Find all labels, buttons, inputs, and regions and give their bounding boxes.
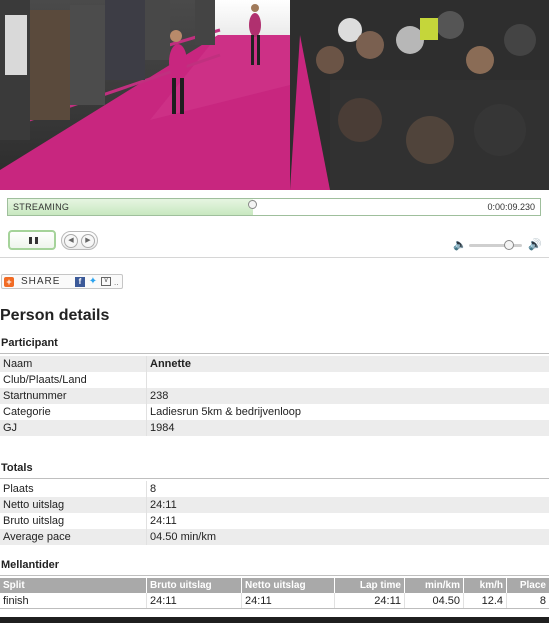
field-label: Plaats [0, 481, 147, 497]
skip-forward-icon: ▶ [85, 237, 91, 244]
field-value: Ladiesrun 5km & bedrijvenloop [150, 406, 302, 418]
field-value: 1984 [150, 422, 175, 434]
table-cell: 12.4 [463, 593, 506, 608]
volume-slider-handle[interactable] [503, 240, 514, 250]
field-label: Bruto uitslag [0, 513, 147, 529]
volume-high-icon[interactable]: 🔊 [528, 239, 542, 251]
share-label: SHARE [21, 276, 61, 287]
skip-back-icon: ◀ [68, 237, 74, 244]
field-value: 24:11 [150, 499, 177, 511]
share-widget[interactable]: + SHARE f ✦ ∨ .. [1, 274, 123, 289]
skip-forward-button[interactable]: ▶ [81, 234, 95, 248]
table-row: finish 24:11 24:11 24:11 04.50 12.4 8 [0, 593, 549, 609]
column-header: min/km [404, 578, 463, 593]
field-value: 24:11 [150, 515, 177, 527]
totals-row-netto: Netto uitslag 24:11 [0, 497, 549, 513]
bottom-bar [0, 617, 549, 623]
field-label: GJ [0, 420, 147, 436]
field-label: Naam [0, 356, 147, 372]
twitter-icon[interactable]: ✦ [88, 277, 98, 287]
video-player-controls: STREAMING 0:00:09.230 ◀ ▶ 🔈 🔊 [0, 190, 549, 258]
table-cell: 8 [506, 593, 549, 608]
field-label: Netto uitslag [0, 497, 147, 513]
field-label: Startnummer [0, 388, 147, 404]
field-label: Categorie [0, 404, 147, 420]
playback-time: 0:00:09.230 [487, 202, 535, 212]
facebook-icon[interactable]: f [75, 277, 85, 287]
column-header: Lap time [334, 578, 404, 593]
splits-section: Mellantider Split Bruto uitslag Netto ui… [0, 559, 549, 609]
participant-section: Participant Naam Annette Club/Plaats/Lan… [0, 337, 549, 436]
splits-heading: Mellantider [0, 559, 549, 576]
participant-row-category: Categorie Ladiesrun 5km & bedrijvenloop [0, 404, 549, 420]
field-value: 04.50 min/km [150, 531, 217, 543]
video-frame[interactable] [0, 0, 549, 190]
page-title: Person details [0, 307, 110, 324]
video-image [0, 0, 549, 190]
totals-row-place: Plaats 8 [0, 481, 549, 497]
table-cell: 24:11 [334, 593, 404, 608]
volume-low-icon[interactable]: 🔈 [453, 239, 467, 251]
column-header: km/h [463, 578, 506, 593]
email-icon[interactable]: ∨ [101, 277, 111, 286]
splits-table-header: Split Bruto uitslag Netto uitslag Lap ti… [0, 578, 549, 593]
field-label: Average pace [0, 529, 147, 545]
field-value: 8 [150, 483, 157, 495]
participant-heading: Participant [0, 337, 549, 354]
totals-row-bruto: Bruto uitslag 24:11 [0, 513, 549, 529]
field-value [147, 372, 549, 388]
participant-row-club: Club/Plaats/Land [0, 372, 549, 388]
table-cell: 24:11 [146, 593, 241, 608]
totals-section: Totals Plaats 8 Netto uitslag 24:11 Brut… [0, 462, 549, 545]
skip-controls: ◀ ▶ [61, 231, 98, 250]
column-header: Netto uitslag [241, 578, 334, 593]
skip-back-button[interactable]: ◀ [64, 234, 78, 248]
pause-button[interactable] [8, 230, 56, 250]
participant-row-startnumber: Startnummer 238 [0, 388, 549, 404]
participant-row-name: Naam Annette [0, 356, 549, 372]
table-cell: 24:11 [241, 593, 334, 608]
field-value: Annette [150, 358, 191, 370]
table-cell: 04.50 [404, 593, 463, 608]
column-header: Bruto uitslag [146, 578, 241, 593]
streaming-label: STREAMING [13, 202, 70, 212]
table-cell: finish [3, 595, 29, 607]
participant-row-birthyear: GJ 1984 [0, 420, 549, 436]
totals-heading: Totals [0, 462, 549, 479]
field-label: Club/Plaats/Land [0, 372, 147, 388]
volume-slider[interactable] [469, 244, 522, 247]
progress-bar[interactable]: STREAMING 0:00:09.230 [7, 198, 541, 216]
progress-scrubber-handle[interactable] [247, 200, 257, 209]
column-header: Place [506, 578, 549, 593]
column-header: Split [3, 580, 25, 591]
field-value: 238 [150, 390, 169, 402]
share-more-link[interactable]: .. [114, 278, 118, 287]
totals-row-pace: Average pace 04.50 min/km [0, 529, 549, 545]
share-plus-icon: + [4, 277, 14, 287]
